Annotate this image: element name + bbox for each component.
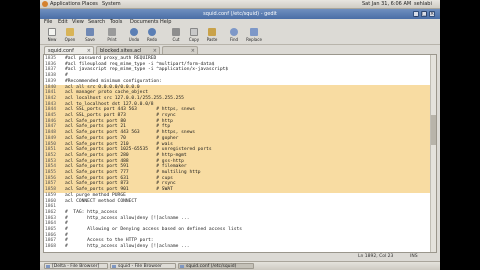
- menu-applications[interactable]: Applications: [50, 0, 81, 8]
- open-button[interactable]: Open: [62, 27, 78, 43]
- print-icon: [108, 28, 116, 36]
- undo-icon: [130, 28, 138, 36]
- user-name[interactable]: sehlabi: [414, 0, 432, 8]
- clock[interactable]: Sat Jan 31, 6:06 AM: [362, 0, 411, 8]
- code-line[interactable]: 1868 # http_access allow|deny [!]aclname …: [44, 244, 434, 250]
- insert-mode: INS: [410, 254, 418, 259]
- menu-tools[interactable]: Tools: [110, 19, 122, 26]
- maximize-button[interactable]: □: [421, 11, 427, 17]
- menubar: File Edit View Search Tools Documents He…: [40, 19, 440, 26]
- copy-icon: [190, 28, 198, 36]
- new-document-icon: [48, 28, 56, 36]
- menu-edit[interactable]: Edit: [58, 19, 68, 26]
- window-title: squid.conf (/etc/squid) - gedit: [203, 11, 277, 17]
- menu-file[interactable]: File: [44, 19, 52, 26]
- taskbar-item-file-browser-squid[interactable]: squid - File Browser: [110, 263, 176, 269]
- bottom-panel: [Delta - File Browser] squid - File Brow…: [40, 261, 440, 270]
- folder-icon: [46, 265, 50, 268]
- tab-untitled[interactable]: ×: [162, 46, 198, 54]
- replace-button[interactable]: Replace: [246, 27, 262, 43]
- open-folder-icon: [66, 28, 74, 36]
- menu-search[interactable]: Search: [88, 19, 105, 26]
- menu-help[interactable]: Help: [160, 19, 171, 26]
- replace-icon: [250, 28, 258, 36]
- find-icon: [230, 28, 238, 36]
- top-panel: Applications Places System Sat Jan 31, 6…: [40, 0, 440, 9]
- save-icon: [86, 28, 94, 36]
- tab-blocked-sites-acl[interactable]: blocked.sites.acl ×: [96, 46, 160, 54]
- statusbar: Ln 1892, Col 23 INS: [40, 253, 440, 261]
- distro-logo-icon[interactable]: [42, 1, 48, 7]
- task-label: [Delta - File Browser]: [52, 264, 100, 269]
- line-number: 1868: [45, 244, 57, 250]
- minimize-button[interactable]: _: [413, 11, 419, 17]
- desktop-screen: Applications Places System Sat Jan 31, 6…: [40, 0, 440, 270]
- document-tabs: squid.conf × blocked.sites.acl × ×: [40, 45, 440, 54]
- print-label: Print: [107, 37, 117, 42]
- paste-icon: [208, 28, 216, 36]
- text-editor[interactable]: 1835 #acl password proxy_auth REQUIRED 183…: [43, 54, 437, 253]
- redo-icon: [148, 28, 156, 36]
- toolbar: New Open Save Print Undo Redo Cut Copy P…: [40, 26, 440, 45]
- menu-view[interactable]: View: [72, 19, 84, 26]
- save-button[interactable]: Save: [82, 27, 98, 43]
- menu-places[interactable]: Places: [82, 0, 98, 8]
- folder-icon: [112, 265, 116, 268]
- replace-label: Replace: [246, 37, 262, 42]
- cursor-position: Ln 1892, Col 23: [358, 254, 394, 259]
- find-button[interactable]: Find: [226, 27, 242, 43]
- redo-label: Redo: [146, 37, 158, 42]
- save-label: Save: [85, 37, 95, 42]
- taskbar-item-gedit[interactable]: squid.conf (/etc/squid): [178, 263, 254, 269]
- scrollbar-thumb[interactable]: [431, 115, 436, 145]
- task-label: squid - File Browser: [118, 264, 162, 269]
- print-button[interactable]: Print: [104, 27, 120, 43]
- vertical-scrollbar[interactable]: [430, 55, 436, 252]
- paste-label: Paste: [206, 37, 218, 42]
- taskbar-item-file-browser-delta[interactable]: [Delta - File Browser]: [44, 263, 108, 269]
- tab-squid-conf[interactable]: squid.conf ×: [44, 46, 94, 54]
- redo-button[interactable]: Redo: [144, 27, 160, 43]
- line-text: # http_access allow|deny [!]aclname ...: [65, 244, 190, 250]
- text-editor-icon: [180, 265, 184, 268]
- close-button[interactable]: ×: [429, 11, 435, 17]
- menu-documents[interactable]: Documents: [130, 19, 159, 26]
- task-label: squid.conf (/etc/squid): [186, 264, 237, 269]
- cut-icon: [172, 28, 180, 36]
- window-titlebar[interactable]: squid.conf (/etc/squid) - gedit _ □ ×: [40, 9, 440, 19]
- menu-system[interactable]: System: [102, 0, 121, 8]
- paste-button[interactable]: Paste: [204, 27, 220, 43]
